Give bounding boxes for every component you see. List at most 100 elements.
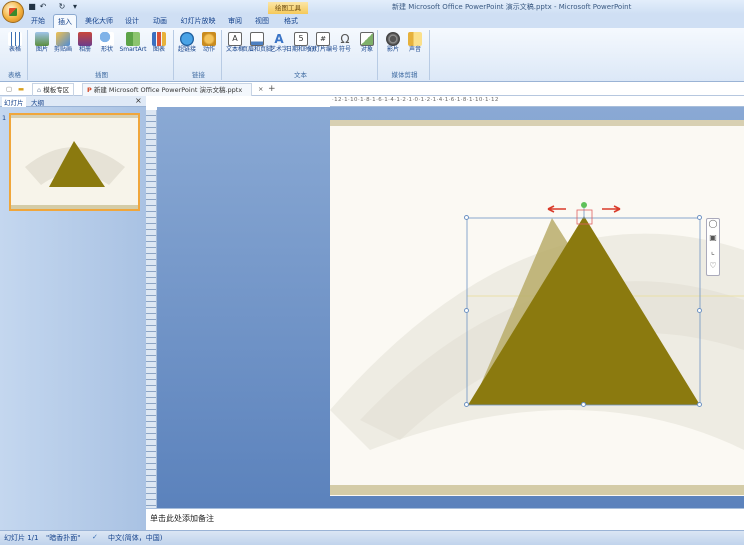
window-title: 新建 Microsoft Office PowerPoint 演示文稿.pptx…: [392, 3, 632, 11]
shapes-button[interactable]: 形状: [98, 32, 116, 53]
resize-handle-e[interactable]: [697, 308, 702, 313]
title-bar: [0, 0, 744, 14]
film-icon: [386, 32, 400, 46]
group-text: A 文本框 页眉和页脚 A 艺术字 5 日期和时间 # 幻灯片编号 Ω 符号 对…: [224, 30, 378, 80]
thumbnail-top-border: [11, 115, 138, 118]
sound-button-label: 声音: [408, 46, 421, 53]
album-icon: [78, 32, 92, 46]
tab-view[interactable]: 视图: [252, 14, 272, 28]
tab-home[interactable]: 开始: [28, 14, 48, 28]
undo-icon[interactable]: ↶: [38, 2, 48, 12]
sound-button[interactable]: 声音: [406, 32, 424, 53]
action-icon: [202, 32, 216, 46]
slide-number-icon: #: [316, 32, 330, 46]
tab-slideshow[interactable]: 幻灯片放映: [178, 14, 218, 28]
resize-handle-w[interactable]: [464, 308, 469, 313]
rotate-handle[interactable]: [581, 202, 587, 208]
smartart-icon: [126, 32, 140, 46]
image-icon[interactable]: ▣: [707, 233, 719, 247]
crop-icon[interactable]: ⌞: [707, 247, 719, 261]
wordart-icon: A: [274, 32, 284, 46]
shapes-icon: [100, 32, 114, 46]
document-tab[interactable]: P 新建 Microsoft Office PowerPoint 演示文稿.pp…: [82, 83, 252, 96]
resize-handle-se[interactable]: [697, 402, 702, 407]
tab-format[interactable]: 格式: [281, 14, 301, 28]
tab-insert[interactable]: 插入: [53, 14, 77, 28]
status-language[interactable]: 中文(简体，中国): [108, 533, 162, 543]
chart-icon: [152, 32, 166, 46]
heart-icon[interactable]: ♡: [707, 261, 719, 275]
pptx-icon: P: [87, 86, 92, 94]
tab-slides[interactable]: 幻灯片: [2, 97, 26, 107]
group-media: 影片 声音 媒体剪辑: [380, 30, 430, 80]
contextual-tab-label: 绘图工具: [268, 2, 308, 14]
document-tab-strip: ▢ ▬ ⌂ 模板专区 P 新建 Microsoft Office PowerPo…: [0, 82, 744, 96]
calendar-icon: 5: [294, 32, 308, 46]
slide-canvas[interactable]: ◯ ▣ ⌞ ♡: [330, 120, 744, 496]
table-icon: [8, 32, 22, 46]
table-button-label: 表格: [8, 46, 21, 53]
action-button[interactable]: 动作: [200, 32, 218, 53]
template-tab-label: 模板专区: [43, 86, 70, 94]
horizontal-ruler-ticks: ·12·1·10·1·8·1·6·1·4·1·2·1·0·1·2·1·4·1·6…: [332, 97, 499, 103]
smartart-button[interactable]: SmartArt: [119, 32, 147, 53]
slide-bottom-border: [330, 485, 744, 495]
floating-toolbar: ◯ ▣ ⌞ ♡: [706, 218, 720, 276]
header-footer-icon: [250, 32, 264, 46]
spellcheck-icon[interactable]: ✓: [92, 533, 98, 541]
save-icon[interactable]: ■: [27, 2, 37, 12]
template-tab[interactable]: ⌂ 模板专区: [32, 83, 75, 96]
tab-outline[interactable]: 大纲: [31, 97, 44, 107]
clipart-icon: [56, 32, 70, 46]
status-bar: 幻灯片 1/1 "暗香扑面" ✓ 中文(简体，中国): [0, 530, 744, 545]
chart-button-label: 图表: [152, 46, 165, 53]
tab-animation[interactable]: 动画: [149, 14, 171, 28]
speaker-icon: [408, 32, 422, 46]
object-icon: [360, 32, 374, 46]
tab-review[interactable]: 审阅: [225, 14, 245, 28]
shape-style-icon[interactable]: ◯: [707, 219, 719, 233]
group-label-links: 链接: [192, 71, 205, 79]
status-theme[interactable]: "暗香扑面": [46, 533, 80, 543]
object-button[interactable]: 对象: [358, 32, 376, 53]
notes-pane[interactable]: 单击此处添加备注: [146, 508, 744, 530]
group-tables: 表格 表格: [2, 30, 28, 80]
arrow-right-icon: [602, 205, 621, 213]
close-panel-icon[interactable]: ×: [135, 96, 142, 105]
tab-design[interactable]: 设计: [122, 14, 142, 28]
resize-handle-s[interactable]: [581, 402, 586, 407]
group-label-text: 文本: [294, 71, 307, 79]
table-button[interactable]: 表格: [6, 32, 24, 53]
globe-icon: [180, 32, 194, 46]
picture-icon: [35, 32, 49, 46]
slide-top-border: [330, 120, 744, 126]
group-label-tables: 表格: [8, 71, 21, 79]
group-links: 超链接 动作 链接: [176, 30, 222, 80]
group-label-illustrations: 插图: [95, 71, 108, 79]
slide-thumbnail-number: 1: [2, 114, 7, 122]
resize-handle-sw[interactable]: [464, 402, 469, 407]
status-slide-count: 幻灯片 1/1: [4, 534, 39, 542]
slides-panel-header: 幻灯片 大纲 ×: [0, 96, 146, 107]
ribbon-tab-bar: 开始 插入 美化大师 设计 动画 幻灯片放映 审阅 视图 格式: [0, 14, 744, 28]
thumbnail-preview: [11, 115, 138, 209]
document-tab-label: 新建 Microsoft Office PowerPoint 演示文稿.pptx: [93, 86, 243, 94]
group-label-media: 媒体剪辑: [391, 71, 418, 79]
home-icon: ⌂: [37, 86, 42, 94]
arrow-left-icon: [547, 205, 566, 213]
office-button[interactable]: [2, 1, 24, 23]
open-folder-icon[interactable]: ▬: [14, 83, 28, 96]
vertical-ruler: [146, 110, 157, 508]
new-tab-button[interactable]: +: [264, 83, 280, 96]
resize-handle-nw[interactable]: [464, 215, 469, 220]
horizontal-ruler: ·12·1·10·1·8·1·6·1·4·1·2·1·0·1·2·1·4·1·6…: [330, 96, 744, 107]
slide-graphics: [330, 202, 744, 450]
quick-access-dropdown-icon[interactable]: ▾: [70, 2, 80, 12]
resize-handle-ne[interactable]: [697, 215, 702, 220]
omega-icon: Ω: [340, 32, 350, 46]
notes-placeholder: 单击此处添加备注: [150, 514, 214, 523]
chart-button[interactable]: 图表: [150, 32, 168, 53]
redo-icon[interactable]: ↻: [57, 2, 67, 12]
tab-beautify[interactable]: 美化大师: [84, 14, 114, 28]
slide-thumbnail[interactable]: [9, 113, 140, 211]
